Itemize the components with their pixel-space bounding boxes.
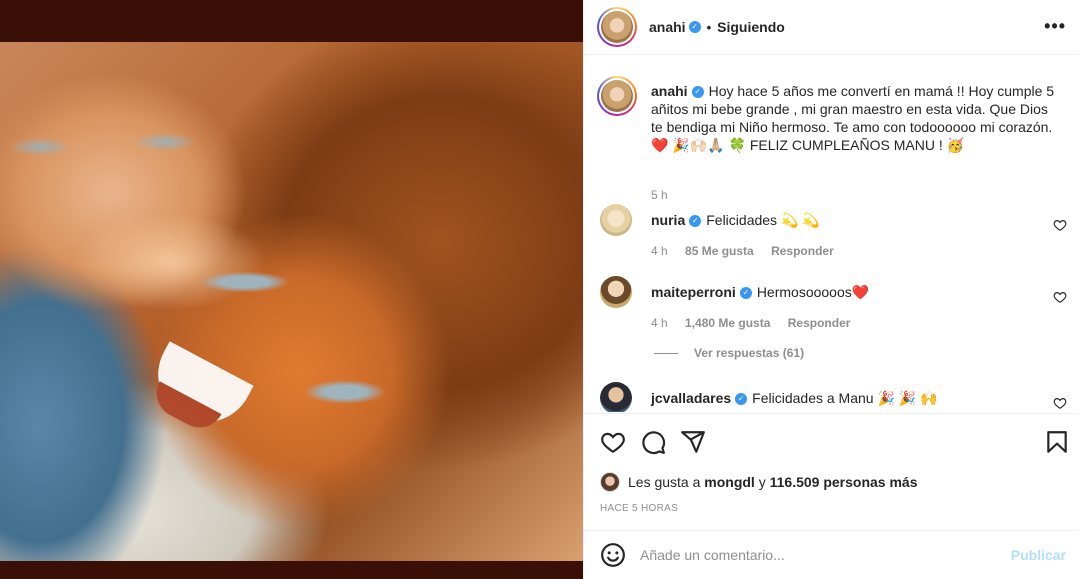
- likes-prefix: Les gusta a: [628, 474, 701, 490]
- more-options-icon[interactable]: •••: [1044, 16, 1066, 37]
- caption-time: 5 h: [651, 188, 668, 202]
- verified-badge-icon: ✓: [735, 393, 748, 406]
- comment-likes[interactable]: 1,480 Me gusta: [685, 316, 770, 330]
- comment-time: 4 h: [651, 244, 668, 258]
- likes-summary[interactable]: Les gusta a mongdl y 116.509 personas má…: [600, 472, 918, 492]
- caption-username[interactable]: anahi: [651, 83, 688, 99]
- reply-button[interactable]: Responder: [771, 244, 834, 258]
- view-replies-label: Ver respuestas (61): [694, 346, 805, 360]
- comment-meta: 4 h 1,480 Me gusta Responder: [651, 316, 864, 330]
- comment-avatar[interactable]: [600, 276, 632, 308]
- comment-body: Felicidades 💫 💫: [706, 212, 820, 228]
- caption-avatar[interactable]: [597, 76, 637, 116]
- liker-avatar[interactable]: [600, 472, 620, 492]
- caption-text: anahi ✓ Hoy hace 5 años me convertí en mam…: [651, 82, 1061, 154]
- separator-dot: •: [706, 19, 712, 35]
- comment-text: jcvalladares ✓ Felicidades a Manu 🎉 🎉 🙌: [651, 390, 938, 407]
- likes-count[interactable]: 116.509 personas más: [770, 474, 918, 490]
- comment-username[interactable]: maiteperroni: [651, 284, 736, 300]
- heart-icon[interactable]: [1053, 290, 1067, 304]
- publish-button[interactable]: Publicar: [1011, 547, 1066, 563]
- post-header: anahi ✓ • Siguiendo •••: [584, 0, 1079, 55]
- share-icon[interactable]: [680, 429, 706, 455]
- post-age[interactable]: HACE 5 HORAS: [600, 503, 678, 514]
- author-username[interactable]: anahi: [649, 19, 686, 35]
- likes-connector: y: [758, 474, 766, 490]
- comment-body: Hermosooooos❤️: [756, 284, 870, 300]
- add-comment-bar: Publicar: [584, 530, 1079, 579]
- comment-likes[interactable]: 85 Me gusta: [685, 244, 754, 258]
- selfie-photo: [0, 42, 583, 561]
- verified-badge-icon: ✓: [689, 215, 702, 228]
- comment-input[interactable]: [640, 547, 1000, 563]
- following-button[interactable]: Siguiendo: [717, 19, 785, 35]
- comment-time: 4 h: [651, 316, 668, 330]
- post-image[interactable]: [0, 0, 583, 579]
- heart-icon[interactable]: [1053, 396, 1067, 410]
- comment-text: maiteperroni ✓ Hermosooooos❤️: [651, 284, 869, 301]
- comment-username[interactable]: nuria: [651, 212, 685, 228]
- caption-body: Hoy hace 5 años me convertí en mamá !! H…: [651, 83, 1055, 153]
- verified-badge-icon: ✓: [691, 86, 704, 99]
- emoji-icon[interactable]: [600, 542, 626, 568]
- comment-body: Felicidades a Manu 🎉 🎉 🙌: [752, 390, 938, 406]
- comment-avatar[interactable]: [600, 204, 632, 236]
- divider-line: [654, 352, 678, 354]
- bookmark-icon[interactable]: [1044, 429, 1070, 455]
- author-avatar[interactable]: [597, 7, 637, 47]
- reply-button[interactable]: Responder: [788, 316, 851, 330]
- verified-badge-icon: ✓: [739, 287, 752, 300]
- post-panel: anahi ✓ • Siguiendo ••• anahi ✓ Hoy hace 5…: [583, 0, 1079, 579]
- comment-meta: 4 h 85 Me gusta Responder: [651, 244, 848, 258]
- view-replies-button[interactable]: Ver respuestas (61): [654, 346, 804, 360]
- heart-icon[interactable]: [1053, 218, 1067, 232]
- comment-icon[interactable]: [640, 429, 666, 455]
- comments-list[interactable]: anahi ✓ Hoy hace 5 años me convertí en mam…: [584, 56, 1079, 412]
- comment-username[interactable]: jcvalladares: [651, 390, 731, 406]
- heart-icon[interactable]: [600, 429, 626, 455]
- verified-badge-icon: ✓: [688, 21, 701, 33]
- liker-username[interactable]: mongdl: [704, 474, 755, 490]
- post-actions: [584, 413, 1079, 465]
- comment-text: nuria ✓ Felicidades 💫 💫: [651, 212, 820, 229]
- comment-avatar[interactable]: [600, 382, 632, 412]
